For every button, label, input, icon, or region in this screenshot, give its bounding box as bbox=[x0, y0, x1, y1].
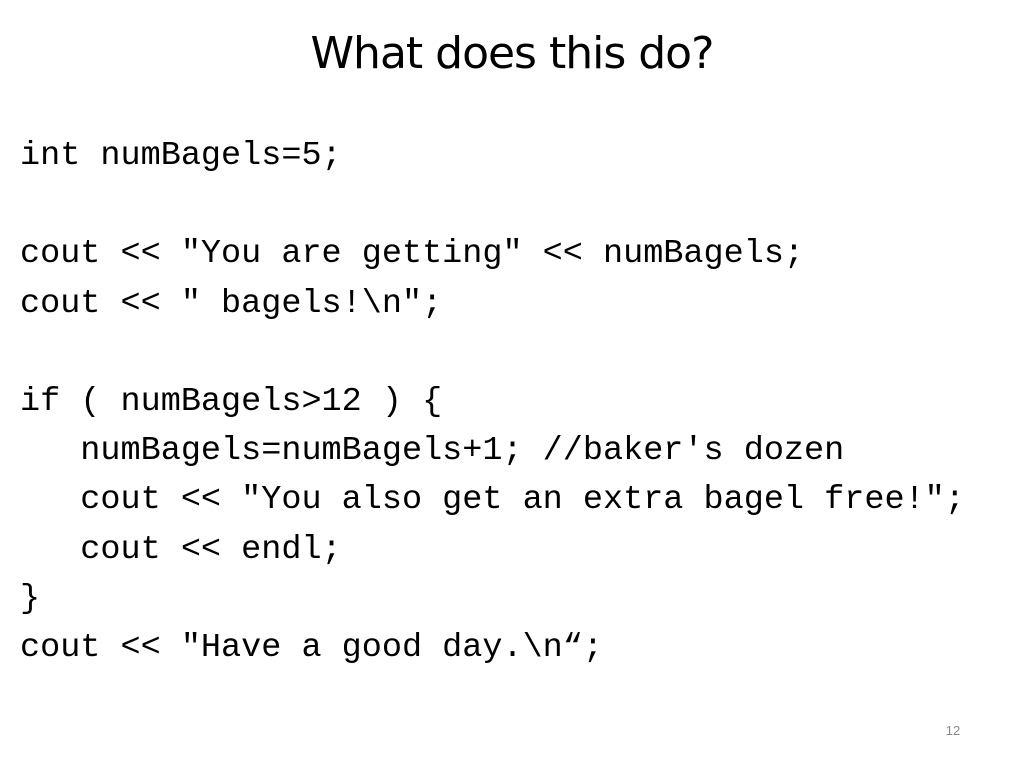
code-line: cout << "Have a good day.\n“; bbox=[20, 628, 603, 667]
code-line: cout << " bagels!\n"; bbox=[20, 284, 443, 323]
code-line: if ( numBagels>12 ) { bbox=[20, 382, 443, 421]
code-line: } bbox=[20, 579, 41, 618]
code-line: cout << endl; bbox=[20, 530, 342, 569]
code-line: cout << "You also get an extra bagel fre… bbox=[20, 481, 965, 520]
slide-number: 12 bbox=[945, 723, 961, 738]
code-line: cout << "You are getting" << numBagels; bbox=[20, 235, 805, 274]
code-line: numBagels=numBagels+1; //baker's dozen bbox=[20, 432, 845, 471]
code-block: int numBagels=5; cout << "You are gettin… bbox=[20, 132, 965, 673]
code-line: int numBagels=5; bbox=[20, 137, 342, 175]
slide-title: What does this do? bbox=[310, 28, 715, 79]
